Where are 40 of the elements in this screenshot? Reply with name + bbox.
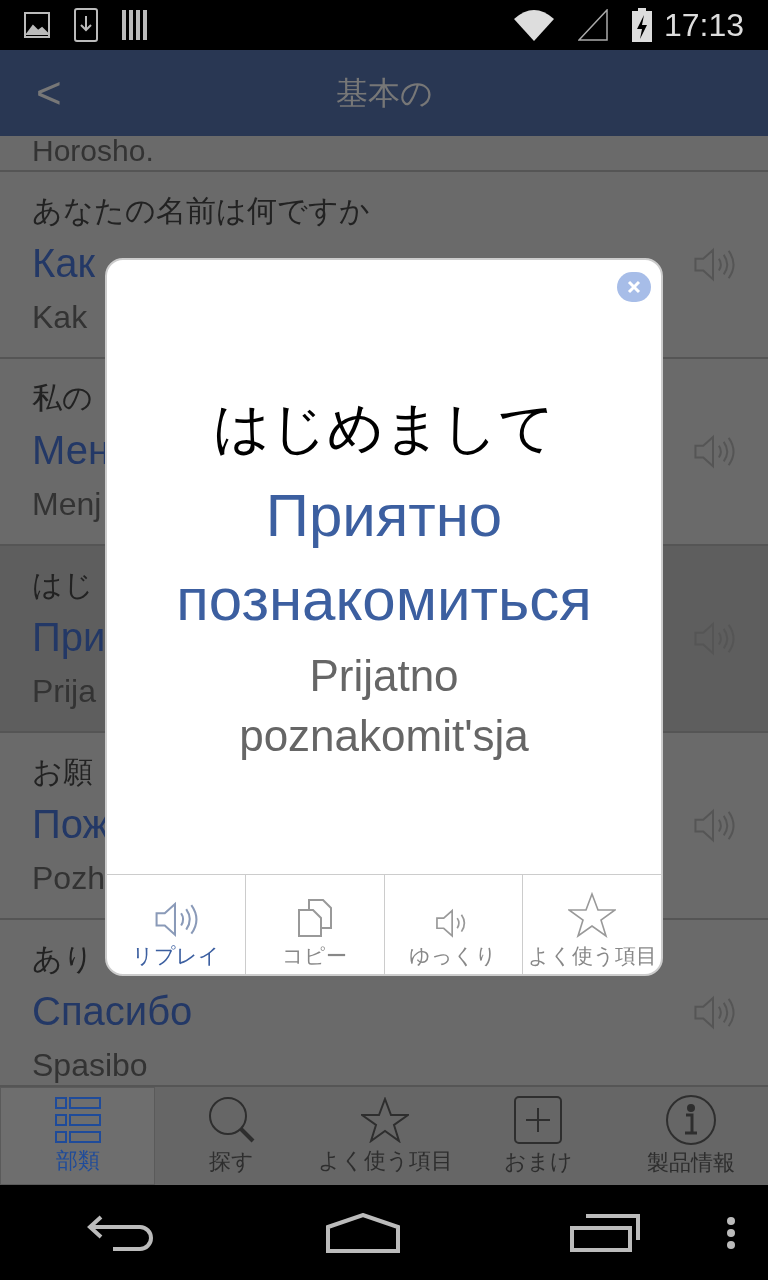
star-icon [361, 1097, 409, 1143]
more-options-icon[interactable] [726, 1215, 736, 1250]
russian-text: Как [32, 239, 96, 287]
japanese-phrase: はじめまして [213, 395, 555, 461]
russian-text: При [32, 613, 106, 661]
dialog-action-button[interactable]: コピー [244, 875, 384, 974]
info-icon [666, 1095, 717, 1145]
russian-text: Спасибо [32, 987, 193, 1035]
russian-text: Пож [32, 800, 110, 848]
japanese-text: あり [32, 940, 94, 977]
clock-time: 17:13 [663, 6, 744, 45]
image-icon [24, 12, 50, 38]
plus-box-icon [514, 1096, 563, 1144]
list-grid-icon [54, 1097, 101, 1143]
japanese-text: 私の [32, 379, 93, 416]
download-icon [74, 8, 98, 42]
japanese-text: はじ [32, 566, 94, 603]
back-button[interactable]: < [0, 50, 78, 136]
battery-charging-icon [631, 8, 652, 42]
search-icon [207, 1096, 256, 1144]
transliteration-text: Kak [32, 297, 88, 337]
wifi-icon [513, 9, 554, 41]
close-icon [627, 280, 641, 294]
japanese-text: お願 [32, 753, 93, 790]
signal-icon [577, 9, 608, 41]
star-icon [568, 892, 617, 938]
transliteration-text: Pozh [32, 858, 105, 898]
transliteration-text: Horosho. [32, 136, 154, 169]
tab[interactable]: 部類 [0, 1087, 156, 1185]
home-nav-icon[interactable] [326, 1212, 400, 1253]
barcode-icon [122, 10, 148, 40]
russian-phrase: Приятно познакомиться [175, 481, 593, 635]
transliteration-phrase: Prijatno poznakomit'sja [238, 650, 530, 762]
dialog-action-button[interactable]: ゆっくり [383, 875, 523, 974]
screen-title: 基本の [335, 74, 433, 113]
recent-apps-icon[interactable] [570, 1213, 640, 1252]
transliteration-text: Spasibo [32, 1045, 148, 1085]
japanese-text: あなたの名前は何ですか [32, 192, 370, 229]
dialog-action-button[interactable]: よく使う項目 [522, 875, 661, 974]
transliteration-text: Menj [32, 484, 102, 524]
